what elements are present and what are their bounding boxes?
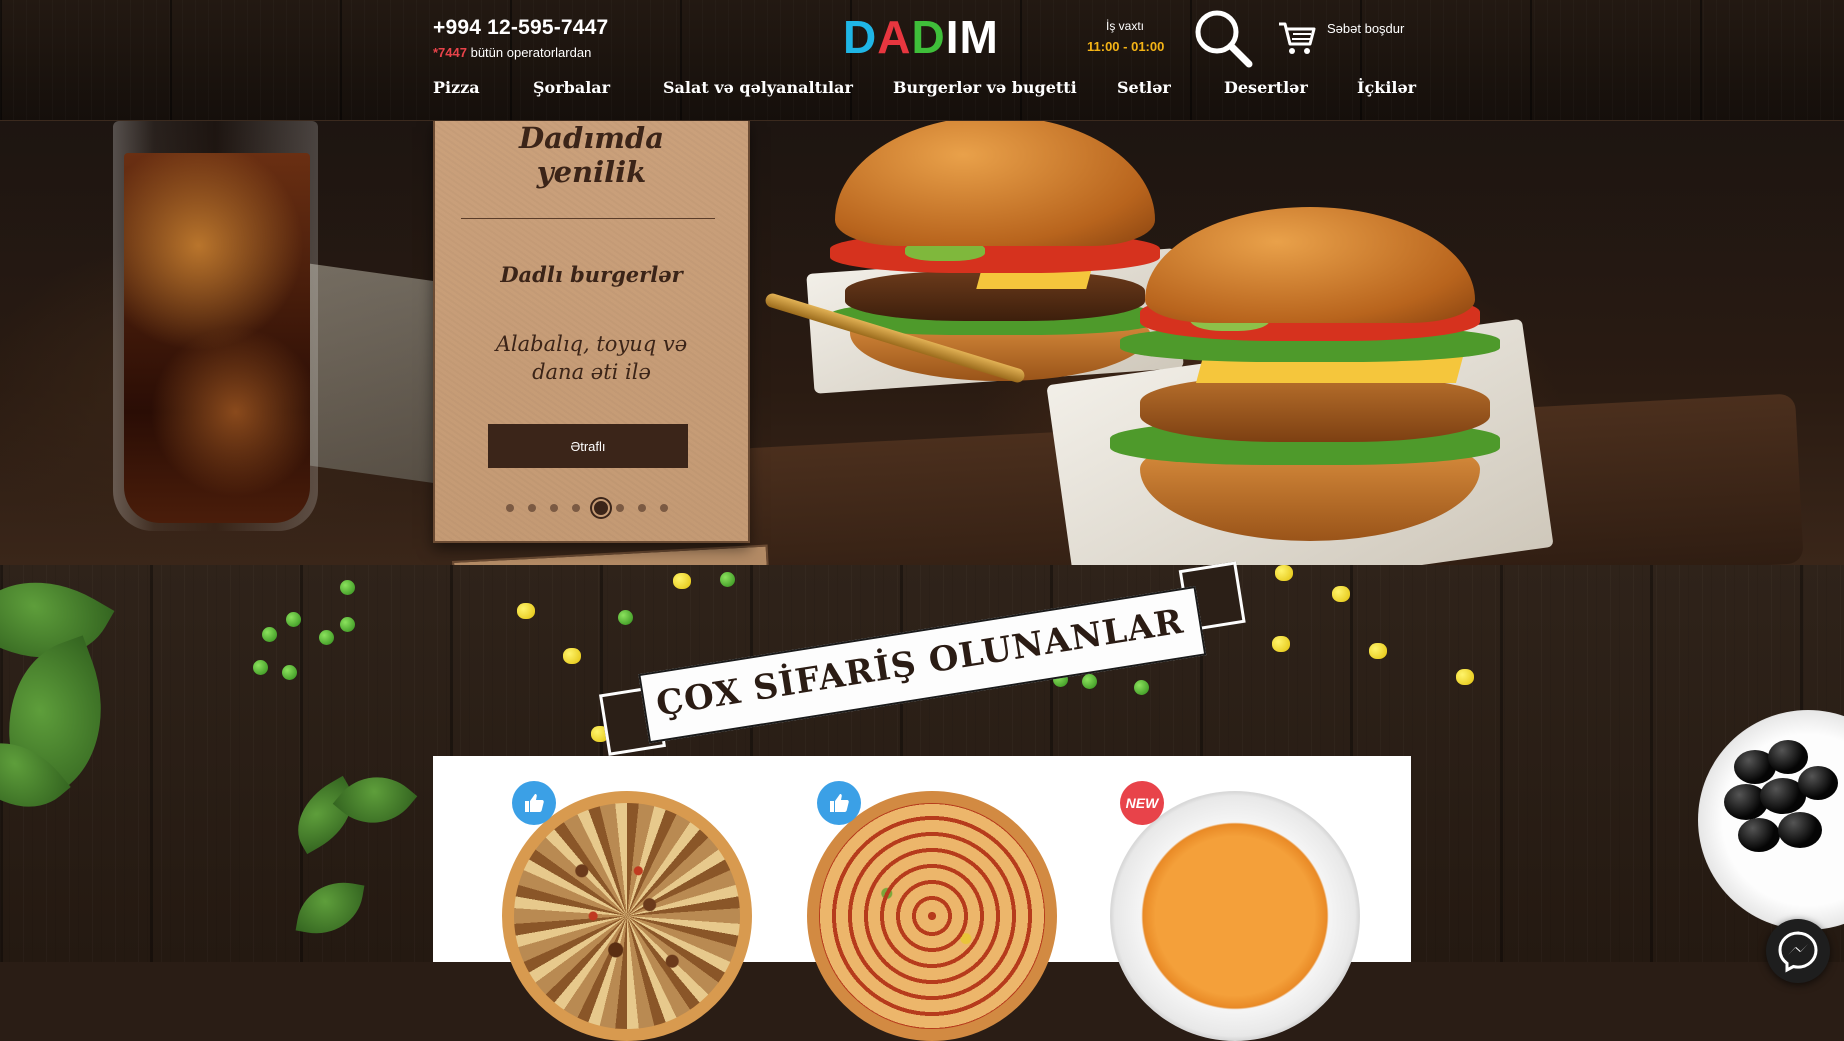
like-icon xyxy=(830,794,849,812)
promo-card-shadow xyxy=(452,544,775,565)
nav-item-desserts[interactable]: Desertlər xyxy=(1224,78,1308,97)
slider-dot[interactable] xyxy=(616,504,624,512)
site-header: +994 12-595-7447 *7447 bütün operatorlar… xyxy=(0,0,1844,121)
logo-letter: D xyxy=(911,11,946,63)
corn-image xyxy=(1332,586,1350,602)
pea-image xyxy=(1134,680,1149,695)
pea-image xyxy=(282,665,297,680)
nav-item-burgers[interactable]: Burgerlər və bugetti xyxy=(893,78,1077,97)
details-button[interactable]: Ətraflı xyxy=(488,424,688,468)
phone-number[interactable]: +994 12-595-7447 xyxy=(433,16,608,40)
phone-note: *7447 bütün operatorlardan xyxy=(433,45,591,60)
like-badge xyxy=(817,781,861,825)
product-card[interactable]: NEW xyxy=(1110,781,1360,1041)
pea-image xyxy=(253,660,268,675)
products-panel: NEW xyxy=(433,756,1411,1041)
promo-desc-line1: Alabalıq, toyuq və xyxy=(495,332,688,356)
nav-item-drinks[interactable]: İçkilər xyxy=(1357,78,1416,97)
site-logo[interactable]: D A D I M xyxy=(843,11,999,63)
hours-label: İş vaxtı xyxy=(1106,19,1145,33)
like-badge xyxy=(512,781,556,825)
hero-slider[interactable]: Dadımda yenilik Dadlı burgerlər Alabalıq… xyxy=(0,121,1844,565)
promo-description: Alabalıq, toyuq və dana əti ilə xyxy=(435,330,748,386)
nav-item-soups[interactable]: Şorbalar xyxy=(533,78,610,97)
product-card[interactable] xyxy=(807,781,1057,1041)
product-card[interactable] xyxy=(502,781,752,1041)
promo-title-line2: yenilik xyxy=(536,155,647,189)
cart-icon xyxy=(1279,22,1316,54)
slider-dot[interactable] xyxy=(506,504,514,512)
pea-image xyxy=(720,572,735,587)
pea-image xyxy=(1082,674,1097,689)
slider-dot[interactable] xyxy=(528,504,536,512)
promo-subtitle: Dadlı burgerlər xyxy=(500,262,683,287)
pea-image xyxy=(319,630,334,645)
pea-image xyxy=(340,580,355,595)
corn-image xyxy=(1369,643,1387,659)
corn-image xyxy=(673,573,691,589)
slider-dot[interactable] xyxy=(638,504,646,512)
pizza-image xyxy=(502,791,752,1041)
slider-dot[interactable] xyxy=(572,504,580,512)
slider-dot-active[interactable] xyxy=(592,499,610,517)
soup-bowl-image xyxy=(1110,791,1360,1041)
corn-image xyxy=(1275,565,1293,581)
pea-image xyxy=(340,617,355,632)
logo-letter: M xyxy=(959,11,999,63)
logo-letter: A xyxy=(877,11,912,63)
messenger-chat-button[interactable] xyxy=(1766,919,1830,983)
cart-status[interactable]: Səbət boşdur xyxy=(1327,21,1404,36)
search-icon xyxy=(1195,10,1253,68)
search-button[interactable] xyxy=(1192,7,1254,69)
promo-card: Dadımda yenilik Dadlı burgerlər Alabalıq… xyxy=(433,121,750,543)
promo-title-line1: Dadımda xyxy=(519,121,664,155)
pea-image xyxy=(262,627,277,642)
new-badge: NEW xyxy=(1120,781,1164,825)
working-hours: 11:00 - 01:00 xyxy=(1087,39,1165,54)
corn-image xyxy=(1272,636,1290,652)
logo-letter: D xyxy=(843,11,878,63)
main-nav: Pizza Şorbalar Salat və qəlyanaltılar Bu… xyxy=(0,78,1844,102)
pizza-image xyxy=(807,791,1057,1041)
promo-desc-line2: dana əti ilə xyxy=(532,360,651,384)
corn-image xyxy=(1456,669,1474,685)
promo-divider xyxy=(461,218,715,219)
corn-image xyxy=(563,648,581,664)
nav-item-pizza[interactable]: Pizza xyxy=(433,78,480,97)
cart-button[interactable] xyxy=(1277,20,1317,56)
pea-image xyxy=(618,610,633,625)
short-number[interactable]: *7447 xyxy=(433,45,467,60)
cola-drink-image xyxy=(124,153,310,523)
pea-image xyxy=(286,612,301,627)
nav-item-sets[interactable]: Setlər xyxy=(1117,78,1171,97)
slider-dot[interactable] xyxy=(660,504,668,512)
messenger-icon xyxy=(1778,931,1818,973)
phone-note-text: bütün operatorlardan xyxy=(466,45,592,60)
logo-letter: I xyxy=(945,11,960,63)
like-icon xyxy=(525,794,544,812)
slider-dot[interactable] xyxy=(550,504,558,512)
nav-item-salads[interactable]: Salat və qəlyanaltılar xyxy=(663,78,853,97)
corn-image xyxy=(517,603,535,619)
